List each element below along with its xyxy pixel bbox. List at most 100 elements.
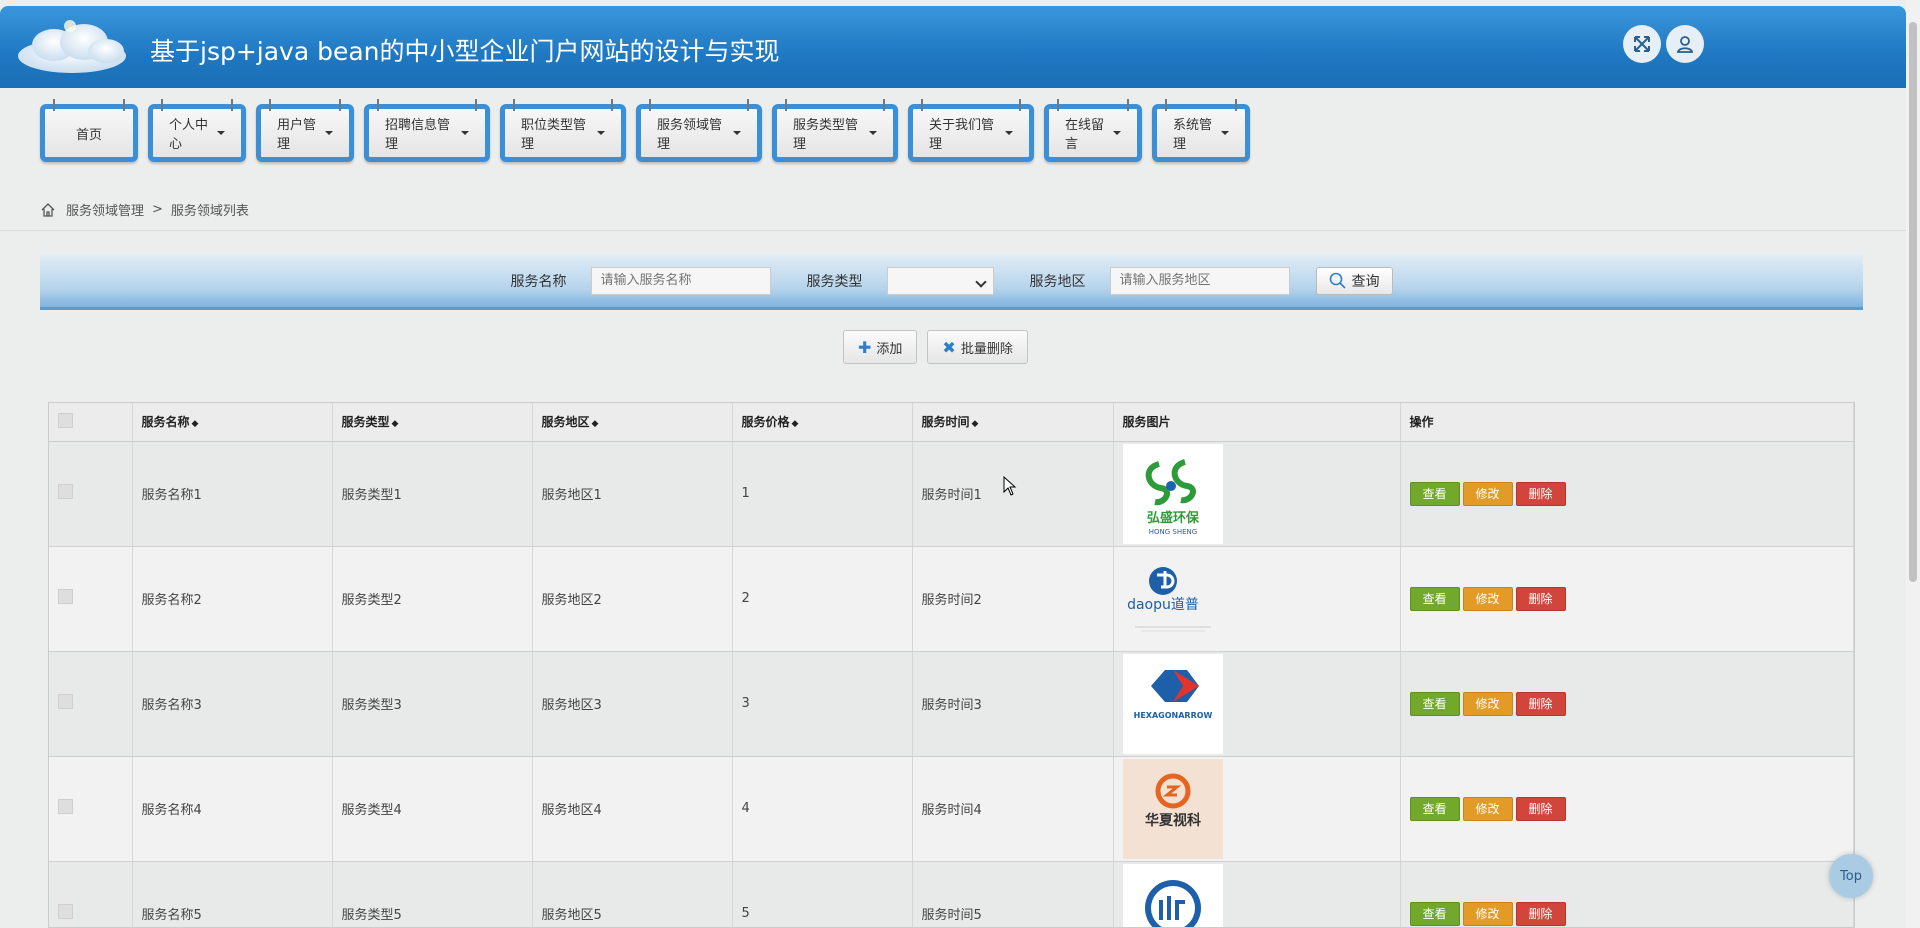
service-region-input[interactable] (1109, 266, 1290, 295)
service-name-input[interactable] (590, 266, 771, 295)
delete-button[interactable]: 删除 (1515, 481, 1566, 506)
nav-service-area-management[interactable]: 服务领域管理 (636, 99, 762, 162)
cell-operations: 查看 修改 删除 (1400, 651, 1854, 757)
add-button[interactable]: ✚ 添加 (843, 330, 918, 364)
logo-text: 华夏视科 (1145, 812, 1201, 829)
nav-label: 系统管理 (1173, 118, 1213, 152)
nav-home[interactable]: 首页 (40, 99, 138, 162)
nav-service-type-management[interactable]: 服务类型管理 (772, 99, 898, 162)
cell-price: 1 (732, 441, 913, 547)
nav-user-management[interactable]: 用户管理 (256, 99, 354, 162)
cell-region: 服务地区1 (532, 441, 733, 547)
home-icon[interactable] (40, 202, 56, 218)
nav-about-us-management[interactable]: 关于我们管理 (908, 99, 1034, 162)
nav-label: 职位类型管理 (521, 118, 587, 152)
cell-time: 服务时间3 (912, 651, 1114, 757)
cell-name: 服务名称3 (132, 651, 333, 757)
service-type-label: 服务类型 (806, 273, 863, 290)
caret-down-icon (325, 131, 333, 135)
nav-personal-center[interactable]: 个人中心 (148, 99, 246, 162)
select-all-cell (49, 403, 133, 442)
divider (0, 230, 1906, 231)
page-scrollbar[interactable] (1906, 0, 1920, 928)
edit-button[interactable]: 修改 (1462, 481, 1513, 506)
cell-region: 服务地区5 (532, 861, 733, 927)
th-service-image: 服务图片 (1113, 403, 1401, 442)
th-service-type[interactable]: 服务类型 ◆ (332, 403, 533, 442)
user-icon (1676, 36, 1694, 53)
caret-down-icon (217, 131, 225, 135)
service-logo-image (1122, 863, 1223, 927)
scrollbar-thumb[interactable] (1909, 22, 1917, 582)
nav-job-type-management[interactable]: 职位类型管理 (500, 99, 626, 162)
th-service-price[interactable]: 服务价格 ◆ (732, 403, 913, 442)
view-button[interactable]: 查看 (1409, 586, 1460, 611)
sort-icon: ◆ (791, 419, 799, 430)
cell-name: 服务名称4 (132, 756, 333, 862)
cell-name: 服务名称1 (132, 441, 333, 547)
cell-image (1113, 861, 1401, 927)
query-button[interactable]: 查询 (1315, 266, 1393, 295)
batch-delete-button[interactable]: ✖ 批量删除 (927, 330, 1028, 364)
edit-button[interactable]: 修改 (1462, 691, 1513, 716)
delete-button[interactable]: 删除 (1515, 691, 1566, 716)
cloud-logo (18, 20, 126, 73)
edit-button[interactable]: 修改 (1462, 901, 1513, 926)
logo-text: 弘盛环保 (1146, 510, 1199, 526)
view-button[interactable]: 查看 (1409, 901, 1460, 926)
nav-recruitment-management[interactable]: 招聘信息管理 (364, 99, 490, 162)
breadcrumb: 服务领域管理 > 服务领域列表 (40, 200, 249, 219)
caret-down-icon (597, 131, 605, 135)
nav-online-messages[interactable]: 在线留言 (1044, 99, 1142, 162)
row-checkbox[interactable] (58, 799, 73, 814)
service-type-select[interactable] (886, 266, 994, 295)
logo-subtext: HONG SHENG (1148, 528, 1196, 536)
th-service-region[interactable]: 服务地区 ◆ (532, 403, 733, 442)
table-row: 服务名称5 服务类型5 服务地区5 5 服务时间5 查看 修改 删除 (49, 861, 1854, 927)
table-row: 服务名称3 服务类型3 服务地区3 3 服务时间3 HEXAGONARROW 查… (49, 651, 1854, 757)
cell-region: 服务地区3 (532, 651, 733, 757)
delete-button[interactable]: 删除 (1515, 796, 1566, 821)
row-checkbox[interactable] (58, 904, 73, 919)
view-button[interactable]: 查看 (1409, 691, 1460, 716)
select-all-checkbox[interactable] (58, 412, 73, 428)
cell-operations: 查看 修改 删除 (1400, 756, 1854, 862)
cell-type: 服务类型3 (332, 651, 533, 757)
breadcrumb-parent[interactable]: 服务领域管理 (66, 200, 144, 219)
cell-operations: 查看 修改 删除 (1400, 546, 1854, 652)
nav-label: 服务领域管理 (657, 118, 723, 152)
nav-system-management[interactable]: 系统管理 (1152, 99, 1250, 162)
cell-price: 4 (732, 756, 913, 862)
delete-button[interactable]: 删除 (1515, 901, 1566, 926)
th-service-name[interactable]: 服务名称 ◆ (132, 403, 333, 442)
row-checkbox[interactable] (58, 484, 73, 499)
cell-image: 弘盛环保 HONG SHENG (1113, 441, 1401, 547)
delete-button[interactable]: 删除 (1515, 586, 1566, 611)
th-operations: 操作 (1400, 403, 1854, 442)
fullscreen-icon (1634, 36, 1650, 52)
caret-down-icon (733, 131, 741, 135)
header-bar: 基于jsp+java bean的中小型企业门户网站的设计与实现 (0, 6, 1906, 88)
service-logo-image: HEXAGONARROW (1122, 653, 1223, 754)
header-label: 服务价格 (741, 415, 790, 430)
fullscreen-button[interactable] (1623, 25, 1661, 63)
user-button[interactable] (1666, 25, 1704, 63)
row-checkbox[interactable] (58, 694, 73, 709)
edit-button[interactable]: 修改 (1462, 586, 1513, 611)
th-service-time[interactable]: 服务时间 ◆ (912, 403, 1114, 442)
view-button[interactable]: 查看 (1409, 796, 1460, 821)
back-to-top-button[interactable]: Top (1829, 854, 1873, 898)
row-checkbox[interactable] (58, 589, 73, 604)
cell-image: daopu道普 (1113, 546, 1401, 652)
site-title: 基于jsp+java bean的中小型企业门户网站的设计与实现 (150, 37, 780, 66)
view-button[interactable]: 查看 (1409, 481, 1460, 506)
service-logo-image: daopu道普 (1122, 548, 1223, 649)
row-select-cell (49, 546, 133, 652)
edit-button[interactable]: 修改 (1462, 796, 1513, 821)
nav-label: 首页 (75, 127, 102, 143)
cell-price: 3 (732, 651, 913, 757)
cell-time: 服务时间5 (912, 861, 1114, 927)
sort-icon: ◆ (391, 419, 399, 430)
cell-type: 服务类型2 (332, 546, 533, 652)
mouse-cursor-icon (1003, 476, 1017, 496)
